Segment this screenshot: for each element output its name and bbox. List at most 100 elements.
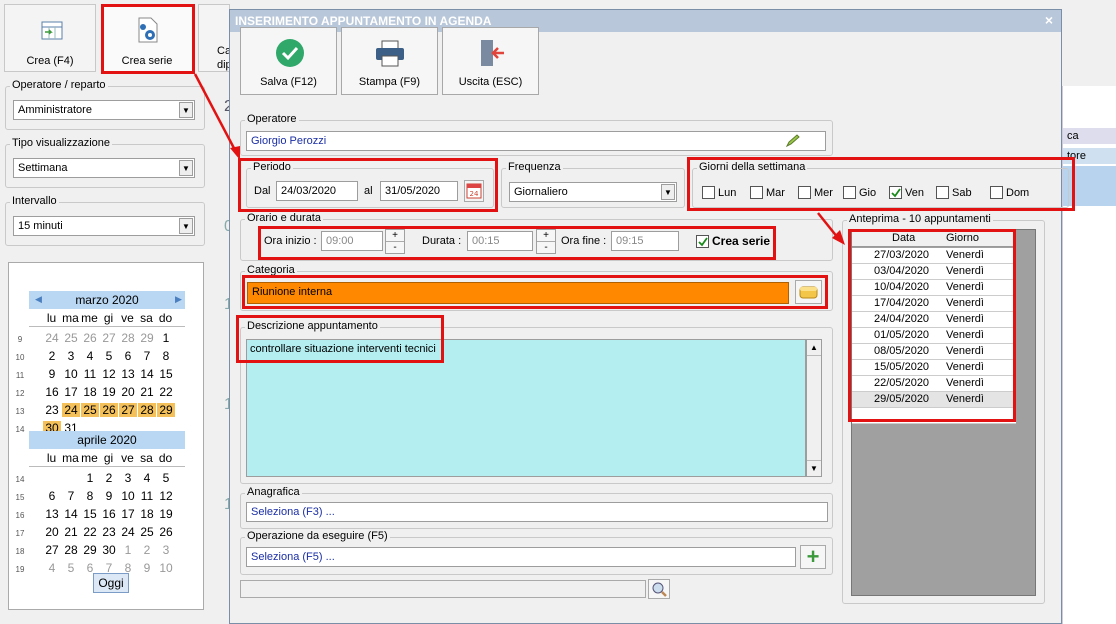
calendar-day[interactable]: 10: [62, 367, 80, 381]
calendar-day[interactable]: 15: [81, 507, 99, 521]
operatore-field[interactable]: Giorgio Perozzi: [246, 131, 826, 151]
calendar-day[interactable]: 19: [157, 507, 175, 521]
calendar-day[interactable]: 25: [62, 331, 80, 345]
calendar-day[interactable]: 11: [81, 367, 99, 381]
calendar-day[interactable]: 29: [81, 543, 99, 557]
calendar-day[interactable]: 25: [138, 525, 156, 539]
calendar-day[interactable]: 4: [81, 349, 99, 363]
calendar-day[interactable]: 16: [100, 507, 118, 521]
add-operazione-button[interactable]: +: [800, 545, 826, 569]
stampa-button[interactable]: Stampa (F9): [341, 27, 438, 95]
oggi-button[interactable]: Oggi: [93, 573, 129, 593]
calendar-day[interactable]: 21: [62, 525, 80, 539]
calendar-day[interactable]: 19: [100, 385, 118, 399]
calendar-day[interactable]: 1: [119, 543, 137, 557]
calendar-day[interactable]: 3: [157, 543, 175, 557]
calendar-day[interactable]: 5: [62, 561, 80, 575]
calendar-day[interactable]: 29: [157, 403, 175, 417]
tipo-visualizzazione-select[interactable]: Settimana ▼: [13, 158, 195, 178]
chevron-left-icon[interactable]: ◀: [35, 294, 42, 305]
calendar-day[interactable]: 4: [138, 471, 156, 485]
calendar-day[interactable]: 9: [138, 561, 156, 575]
crea-button[interactable]: Crea (F4): [4, 4, 96, 72]
calendar-day[interactable]: 18: [81, 385, 99, 399]
operatore-reparto-select[interactable]: Amministratore ▼: [13, 100, 195, 120]
calendar-day[interactable]: 1: [157, 331, 175, 345]
calendar-day[interactable]: 26: [81, 331, 99, 345]
calendar-day[interactable]: 12: [157, 489, 175, 503]
week-number: 12: [15, 389, 25, 398]
calendar-day[interactable]: 26: [157, 525, 175, 539]
calendar-day[interactable]: 27: [119, 403, 137, 417]
calendar-day[interactable]: 4: [43, 561, 61, 575]
calendar-day[interactable]: 27: [43, 543, 61, 557]
calendar-day[interactable]: 28: [119, 331, 137, 345]
calendar-day[interactable]: 23: [100, 525, 118, 539]
calendar-day[interactable]: 10: [157, 561, 175, 575]
calendar-day[interactable]: 25: [81, 403, 99, 417]
calendar-day[interactable]: 23: [43, 403, 61, 417]
calendar-day[interactable]: 20: [43, 525, 61, 539]
anagrafica-field[interactable]: Seleziona (F3) ...: [246, 502, 828, 522]
calendar-day[interactable]: 5: [100, 349, 118, 363]
calendar-day[interactable]: 14: [138, 367, 156, 381]
chevron-right-icon[interactable]: ▶: [175, 294, 182, 305]
calendar-day[interactable]: 2: [100, 471, 118, 485]
calendar-day[interactable]: 9: [43, 367, 61, 381]
calendar-day[interactable]: 10: [119, 489, 137, 503]
highlight-anteprima: [848, 229, 1016, 422]
calendar-day[interactable]: 12: [100, 367, 118, 381]
calendar-day[interactable]: 15: [157, 367, 175, 381]
calendar-day[interactable]: 28: [138, 403, 156, 417]
calendar-day[interactable]: 28: [62, 543, 80, 557]
calendar-day[interactable]: 29: [138, 331, 156, 345]
calendar-day[interactable]: 14: [62, 507, 80, 521]
calendar-day[interactable]: 16: [43, 385, 61, 399]
calendar-day[interactable]: 3: [119, 471, 137, 485]
calendar-day[interactable]: 24: [43, 331, 61, 345]
calendar-day[interactable]: 2: [138, 543, 156, 557]
calendar-day[interactable]: 3: [62, 349, 80, 363]
intervallo-select[interactable]: 15 minuti ▼: [13, 216, 195, 236]
calendar-day[interactable]: 7: [62, 489, 80, 503]
descrizione-scrollbar[interactable]: ▲ ▼: [806, 339, 822, 477]
calendar-day[interactable]: 18: [138, 507, 156, 521]
week-number: 14: [15, 425, 25, 434]
calendar-day[interactable]: 24: [62, 403, 80, 417]
calendar-day[interactable]: 22: [157, 385, 175, 399]
calendar-day[interactable]: 6: [119, 349, 137, 363]
calendar-day[interactable]: 26: [100, 403, 118, 417]
search-button[interactable]: [648, 579, 670, 599]
uscita-button[interactable]: Uscita (ESC): [442, 27, 539, 95]
toolbar-button-partial[interactable]: Ca dip: [198, 4, 232, 72]
scroll-up-icon[interactable]: ▲: [807, 340, 821, 356]
salva-button[interactable]: Salva (F12): [240, 27, 337, 95]
status-field: [240, 580, 646, 598]
calendar-day[interactable]: 17: [119, 507, 137, 521]
calendar-day[interactable]: 8: [157, 349, 175, 363]
calendar-day[interactable]: 13: [119, 367, 137, 381]
calendar-day[interactable]: 20: [119, 385, 137, 399]
calendar-day[interactable]: 17: [62, 385, 80, 399]
calendar-day[interactable]: 21: [138, 385, 156, 399]
calendar-day[interactable]: 30: [100, 543, 118, 557]
frequenza-select[interactable]: Giornaliero ▼: [509, 182, 677, 202]
pencil-icon[interactable]: [785, 134, 801, 148]
calendar-day[interactable]: 13: [43, 507, 61, 521]
calendar-day[interactable]: 5: [157, 471, 175, 485]
calendar-day[interactable]: 9: [100, 489, 118, 503]
calendar-day[interactable]: 8: [81, 489, 99, 503]
weekday-label: me: [81, 311, 98, 325]
calendar-day[interactable]: 6: [43, 489, 61, 503]
calendar-day[interactable]: 11: [138, 489, 156, 503]
calendar-day[interactable]: 24: [119, 525, 137, 539]
exit-door-icon: [481, 40, 504, 66]
calendar-day[interactable]: 2: [43, 349, 61, 363]
calendar-day[interactable]: 27: [100, 331, 118, 345]
close-icon[interactable]: ×: [1045, 12, 1053, 28]
operazione-field[interactable]: Seleziona (F5) ...: [246, 547, 796, 567]
calendar-day[interactable]: 22: [81, 525, 99, 539]
calendar-day[interactable]: 7: [138, 349, 156, 363]
calendar-day[interactable]: 1: [81, 471, 99, 485]
scroll-down-icon[interactable]: ▼: [807, 460, 821, 476]
